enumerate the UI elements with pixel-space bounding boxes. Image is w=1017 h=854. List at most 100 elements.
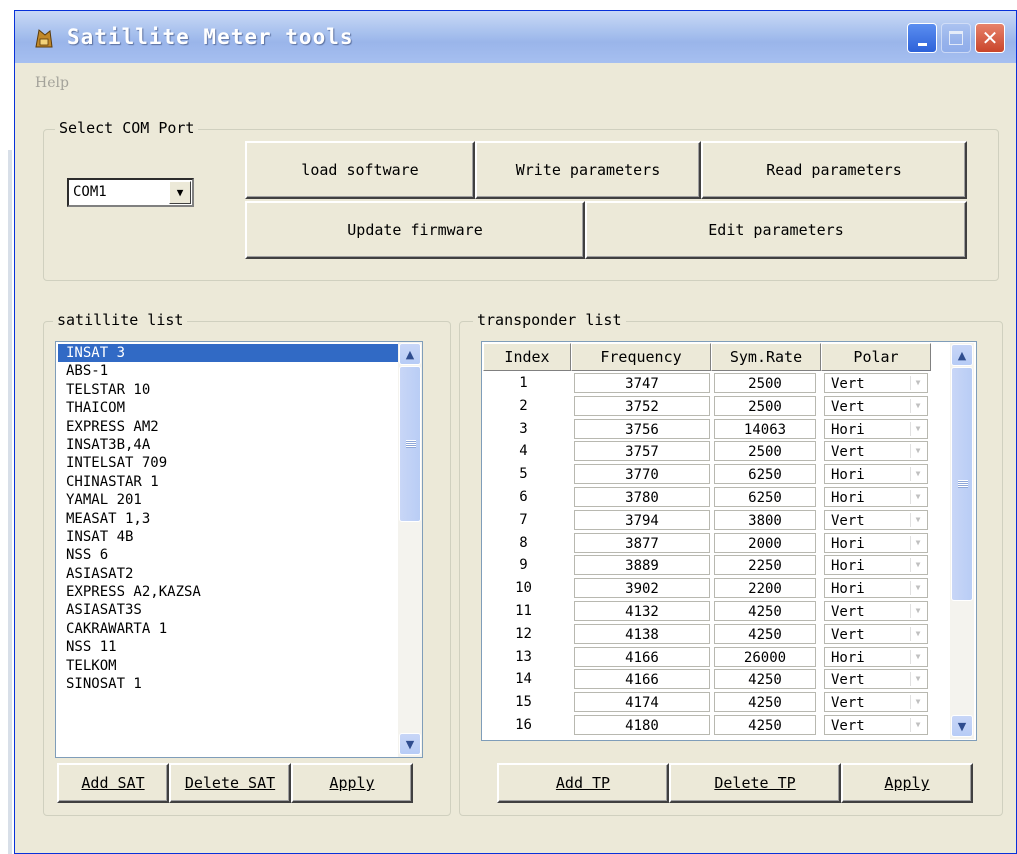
satellite-list-item[interactable]: EXPRESS A2,KAZSA (58, 583, 398, 601)
chevron-down-icon[interactable]: ▼ (910, 535, 925, 550)
polar-select[interactable]: Vert ▼ (824, 669, 928, 690)
symrate-field[interactable]: 4250 (714, 623, 816, 644)
symrate-field[interactable]: 26000 (714, 646, 816, 667)
frequency-field[interactable]: 4138 (574, 623, 710, 644)
symrate-field[interactable]: 2500 (714, 395, 816, 416)
satellite-list-item[interactable]: TELKOM (58, 657, 398, 675)
polar-select[interactable]: Vert ▼ (824, 692, 928, 713)
satellite-list-item[interactable]: THAICOM (58, 399, 398, 417)
transponder-row[interactable]: 11 4132 4250 Vert ▼ (484, 600, 928, 623)
symrate-field[interactable]: 2500 (714, 441, 816, 462)
polar-select[interactable]: Hori ▼ (824, 532, 928, 553)
column-header-frequency[interactable]: Frequency (571, 343, 711, 371)
transponder-row[interactable]: 7 3794 3800 Vert ▼ (484, 509, 928, 532)
frequency-field[interactable]: 3752 (574, 395, 710, 416)
symrate-field[interactable]: 6250 (714, 487, 816, 507)
title-bar[interactable]: Satillite Meter tools ✕ (15, 11, 1016, 63)
frequency-field[interactable]: 4132 (574, 601, 710, 621)
polar-select[interactable]: Hori ▼ (824, 555, 928, 576)
scroll-thumb[interactable] (951, 367, 973, 601)
polar-select[interactable]: Hori ▼ (824, 418, 928, 439)
scroll-thumb[interactable] (399, 366, 421, 522)
symrate-field[interactable]: 2200 (714, 578, 816, 599)
polar-select[interactable]: Vert ▼ (824, 373, 928, 393)
chevron-down-icon[interactable]: ▼ (910, 376, 925, 390)
satellite-list-item[interactable]: SINOSAT 1 (58, 675, 398, 693)
polar-select[interactable]: Hori ▼ (824, 464, 928, 485)
frequency-field[interactable]: 4174 (574, 692, 710, 713)
transponder-row[interactable]: 16 4180 4250 Vert ▼ (484, 714, 928, 737)
chevron-down-icon[interactable]: ▼ (910, 444, 925, 459)
polar-select[interactable]: Vert ▼ (824, 623, 928, 644)
scroll-down-icon[interactable]: ▼ (399, 733, 421, 755)
transponder-row[interactable]: 12 4138 4250 Vert ▼ (484, 623, 928, 646)
polar-select[interactable]: Vert ▼ (824, 441, 928, 462)
load-software-button[interactable]: load software (245, 141, 475, 199)
read-parameters-button[interactable]: Read parameters (701, 141, 967, 199)
chevron-down-icon[interactable]: ▼ (910, 695, 925, 710)
frequency-field[interactable]: 3757 (574, 441, 710, 462)
transponder-row[interactable]: 1 3747 2500 Vert ▼ (484, 372, 928, 395)
edit-parameters-button[interactable]: Edit parameters (585, 201, 967, 259)
transponder-scrollbar[interactable]: ▲ ▼ (950, 343, 974, 739)
chevron-down-icon[interactable]: ▼ (910, 581, 925, 596)
chevron-down-icon[interactable]: ▼ (910, 490, 925, 504)
polar-select[interactable]: Vert ▼ (824, 715, 928, 735)
symrate-field[interactable]: 6250 (714, 464, 816, 485)
satellite-list-item[interactable]: CAKRAWARTA 1 (58, 620, 398, 638)
menu-help[interactable]: Help (35, 75, 69, 91)
chevron-down-icon[interactable]: ▼ (169, 181, 191, 204)
satellite-list-item[interactable]: ABS-1 (58, 362, 398, 380)
chevron-down-icon[interactable]: ▼ (910, 558, 925, 573)
satellite-list-item[interactable]: INTELSAT 709 (58, 454, 398, 472)
transponder-row[interactable]: 2 3752 2500 Vert ▼ (484, 395, 928, 418)
chevron-down-icon[interactable]: ▼ (910, 604, 925, 618)
satellite-list-item[interactable]: CHINASTAR 1 (58, 473, 398, 491)
polar-select[interactable]: Vert ▼ (824, 509, 928, 530)
transponder-row[interactable]: 8 3877 2000 Hori ▼ (484, 532, 928, 555)
frequency-field[interactable]: 4180 (574, 715, 710, 735)
chevron-down-icon[interactable]: ▼ (910, 672, 925, 687)
transponder-grid[interactable]: Index Frequency Sym.Rate Polar 1 3747 2500… (481, 341, 977, 741)
chevron-down-icon[interactable]: ▼ (910, 398, 925, 413)
symrate-field[interactable]: 4250 (714, 692, 816, 713)
frequency-field[interactable]: 3902 (574, 578, 710, 599)
symrate-field[interactable]: 2000 (714, 532, 816, 553)
transponder-row[interactable]: 10 3902 2200 Hori ▼ (484, 577, 928, 600)
polar-select[interactable]: Hori ▼ (824, 646, 928, 667)
chevron-down-icon[interactable]: ▼ (910, 649, 925, 664)
frequency-field[interactable]: 3747 (574, 373, 710, 393)
frequency-field[interactable]: 4166 (574, 646, 710, 667)
transponder-row[interactable]: 9 3889 2250 Hori ▼ (484, 554, 928, 577)
polar-select[interactable]: Hori ▼ (824, 487, 928, 507)
satellite-list-item[interactable]: EXPRESS AM2 (58, 418, 398, 436)
satellite-list-item[interactable]: INSAT 3 (58, 344, 398, 363)
transponder-row[interactable]: 14 4166 4250 Vert ▼ (484, 668, 928, 691)
chevron-down-icon[interactable]: ▼ (910, 512, 925, 527)
satellite-list-item[interactable]: NSS 11 (58, 638, 398, 656)
transponder-row[interactable]: 4 3757 2500 Vert ▼ (484, 440, 928, 463)
satellite-list-item[interactable]: INSAT3B,4A (58, 436, 398, 454)
apply-tp-button[interactable]: Apply (841, 763, 973, 803)
add-sat-button[interactable]: Add SAT (57, 763, 169, 803)
symrate-field[interactable]: 3800 (714, 509, 816, 530)
close-button[interactable]: ✕ (975, 23, 1005, 53)
column-header-symrate[interactable]: Sym.Rate (711, 343, 821, 371)
transponder-row[interactable]: 15 4174 4250 Vert ▼ (484, 691, 928, 714)
polar-select[interactable]: Hori ▼ (824, 578, 928, 599)
symrate-field[interactable]: 14063 (714, 418, 816, 439)
delete-tp-button[interactable]: Delete TP (669, 763, 841, 803)
scroll-down-icon[interactable]: ▼ (951, 715, 973, 737)
symrate-field[interactable]: 4250 (714, 715, 816, 735)
symrate-field[interactable]: 2250 (714, 555, 816, 576)
chevron-down-icon[interactable]: ▼ (910, 718, 925, 732)
chevron-down-icon[interactable]: ▼ (910, 467, 925, 482)
minimize-button[interactable] (907, 23, 937, 53)
satellite-list-item[interactable]: ASIASAT3S (58, 601, 398, 619)
satellite-scrollbar[interactable]: ▲ ▼ (398, 342, 422, 757)
transponder-row[interactable]: 3 3756 14063 Hori ▼ (484, 418, 928, 441)
column-header-polar[interactable]: Polar (821, 343, 931, 371)
frequency-field[interactable]: 4166 (574, 669, 710, 690)
satellite-list-item[interactable]: YAMAL 201 (58, 491, 398, 509)
chevron-down-icon[interactable]: ▼ (910, 626, 925, 641)
